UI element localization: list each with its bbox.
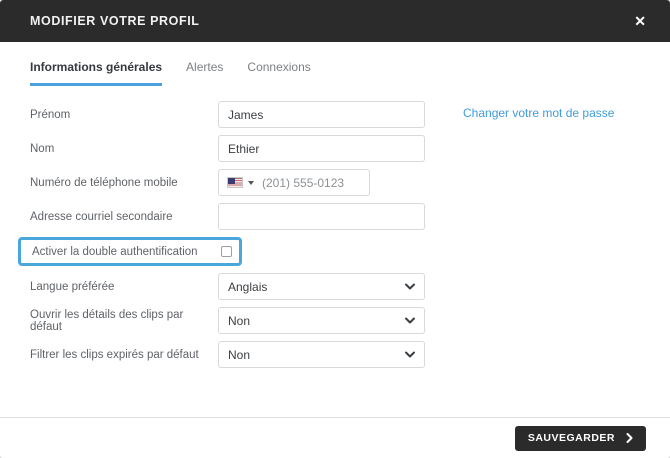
language-select[interactable]: Anglais <box>218 273 425 300</box>
filter-expired-clips-select[interactable]: Non <box>218 341 425 368</box>
secondary-email-input[interactable] <box>218 203 425 230</box>
tab-bar: Informations générales Alertes Connexion… <box>30 60 640 86</box>
modal-body: Informations générales Alertes Connexion… <box>0 42 670 417</box>
first-name-input[interactable] <box>218 101 425 128</box>
phone-label: Numéro de téléphone mobile <box>30 176 178 189</box>
tab-alertes[interactable]: Alertes <box>186 60 223 86</box>
two-factor-highlight-box: Activer la double authentification <box>18 237 242 266</box>
phone-row: Numéro de téléphone mobile <box>30 169 640 196</box>
modal-title: MODIFIER VOTRE PROFIL <box>30 14 200 28</box>
last-name-row: Nom <box>30 135 640 162</box>
open-clip-details-select-wrap: Non <box>218 307 425 334</box>
modal-footer: SAUVEGARDER <box>0 417 670 458</box>
secondary-email-row: Adresse courriel secondaire <box>30 203 640 230</box>
last-name-label: Nom <box>30 142 55 155</box>
us-flag-icon[interactable] <box>227 177 243 188</box>
filter-expired-clips-row: Filtrer les clips expirés par défaut Non <box>30 341 640 368</box>
two-factor-row: Activer la double authentification <box>18 237 640 266</box>
two-factor-label: Activer la double authentification <box>32 245 198 258</box>
tab-connexions[interactable]: Connexions <box>247 60 310 86</box>
open-clip-details-select[interactable]: Non <box>218 307 425 334</box>
language-select-wrap: Anglais <box>218 273 425 300</box>
two-factor-checkbox[interactable] <box>221 246 232 257</box>
first-name-label: Prénom <box>30 108 71 121</box>
caret-down-icon[interactable] <box>248 180 254 185</box>
save-button-label: SAUVEGARDER <box>527 432 615 444</box>
modal-header: MODIFIER VOTRE PROFIL ✕ <box>0 0 670 42</box>
secondary-email-label: Adresse courriel secondaire <box>30 210 173 223</box>
chevron-right-icon <box>626 433 633 443</box>
tab-informations-generales[interactable]: Informations générales <box>30 60 163 86</box>
filter-expired-clips-label: Filtrer les clips expirés par défaut <box>30 348 199 361</box>
close-icon[interactable]: ✕ <box>634 14 646 28</box>
change-password-link[interactable]: Changer votre mot de passe <box>463 106 614 120</box>
save-button[interactable]: SAUVEGARDER <box>514 425 646 451</box>
language-row: Langue préférée Anglais <box>30 273 640 300</box>
open-clip-details-row: Ouvrir les détails des clips par défaut … <box>30 307 640 334</box>
open-clip-details-label: Ouvrir les détails des clips par défaut <box>30 308 184 333</box>
phone-input[interactable] <box>262 175 361 190</box>
phone-input-group <box>218 169 370 196</box>
filter-expired-clips-select-wrap: Non <box>218 341 425 368</box>
edit-profile-modal: MODIFIER VOTRE PROFIL ✕ Informations gén… <box>0 0 670 458</box>
last-name-input[interactable] <box>218 135 425 162</box>
language-label: Langue préférée <box>30 280 115 293</box>
